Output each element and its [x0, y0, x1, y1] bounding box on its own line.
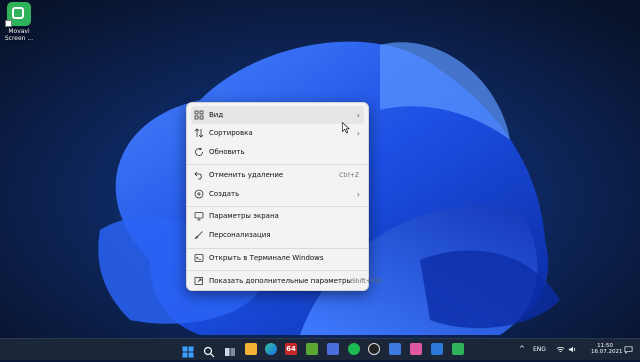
sort-icon	[194, 128, 204, 138]
tray-chevron-icon[interactable]: ^	[519, 346, 525, 353]
edge-icon[interactable]	[265, 343, 277, 355]
clock-date: 16.07.2021	[591, 349, 623, 355]
desktop-icon-movavi[interactable]: Movavi Screen ...	[2, 2, 36, 42]
menu-item-refresh[interactable]: Обновить	[191, 143, 364, 161]
menu-item-label: Вид	[209, 111, 224, 119]
aida64-label: 64	[286, 345, 296, 353]
greenshot-icon[interactable]	[306, 343, 318, 355]
grid-icon	[194, 110, 204, 120]
taskbar: 64 ^ ENG 11:50 16.07.2021	[0, 338, 640, 360]
menu-item-personalization[interactable]: Персонализация	[191, 226, 364, 244]
start-icon[interactable]	[182, 343, 194, 358]
app-icon[interactable]	[327, 343, 339, 355]
menu-item-label: Создать	[209, 190, 240, 198]
chevron-right-icon: ›	[356, 110, 360, 120]
pictures-icon[interactable]	[410, 343, 422, 355]
clock[interactable]: 11:50 16.07.2021	[591, 343, 623, 355]
menu-item-display-settings[interactable]: Параметры экрана	[191, 207, 364, 225]
menu-item-sort[interactable]: Сортировка ›	[191, 124, 364, 142]
shortcut-label: Ctrl+Z	[339, 171, 359, 179]
obs-icon[interactable]	[368, 343, 380, 355]
menu-item-create[interactable]: Создать ›	[191, 185, 364, 203]
shortcut-arrow-icon	[5, 20, 12, 27]
chevron-right-icon: ›	[356, 189, 360, 199]
menu-item-view[interactable]: Вид ›	[191, 106, 364, 124]
display-icon	[194, 211, 204, 221]
menu-item-label: Открыть в Терминале Windows	[209, 254, 324, 262]
volume-icon[interactable]	[568, 345, 577, 354]
menu-item-show-more-options[interactable]: Показать дополнительные параметры Shift+…	[191, 272, 382, 290]
undo-icon	[194, 170, 204, 180]
terminal-icon	[194, 253, 204, 263]
menu-item-open-terminal[interactable]: Открыть в Терминале Windows	[191, 249, 364, 267]
shortcut-label: Shift+F10	[351, 277, 382, 285]
desktop-icon-label: Movavi Screen ...	[4, 28, 34, 42]
aida64-icon[interactable]: 64	[285, 343, 297, 355]
menu-item-undo-delete[interactable]: Отменить удаление Ctrl+Z	[191, 166, 364, 184]
menu-item-label: Параметры экрана	[209, 212, 279, 220]
app-icon[interactable]	[389, 343, 401, 355]
refresh-icon	[194, 147, 204, 157]
chevron-right-icon: ›	[356, 128, 360, 138]
menu-separator	[187, 164, 368, 165]
plus-circle-icon	[194, 189, 204, 199]
menu-item-label: Отменить удаление	[209, 171, 284, 179]
taskview-icon[interactable]	[224, 343, 236, 356]
search-icon[interactable]	[203, 343, 215, 358]
menu-item-label: Обновить	[209, 148, 245, 156]
store-icon[interactable]	[431, 343, 443, 355]
menu-separator	[187, 270, 368, 271]
spotify-icon[interactable]	[348, 343, 360, 355]
notification-icon[interactable]	[624, 345, 633, 354]
menu-item-label: Персонализация	[209, 231, 271, 239]
menu-item-label: Сортировка	[209, 129, 253, 137]
language-indicator[interactable]: ENG	[533, 347, 546, 353]
movavi-icon[interactable]	[452, 343, 464, 355]
brush-icon	[194, 230, 204, 240]
menu-item-label: Показать дополнительные параметры	[209, 277, 352, 285]
share-icon	[194, 276, 204, 286]
wifi-icon[interactable]	[556, 345, 565, 354]
mouse-cursor-icon	[342, 122, 350, 134]
explorer-icon[interactable]	[245, 343, 257, 355]
